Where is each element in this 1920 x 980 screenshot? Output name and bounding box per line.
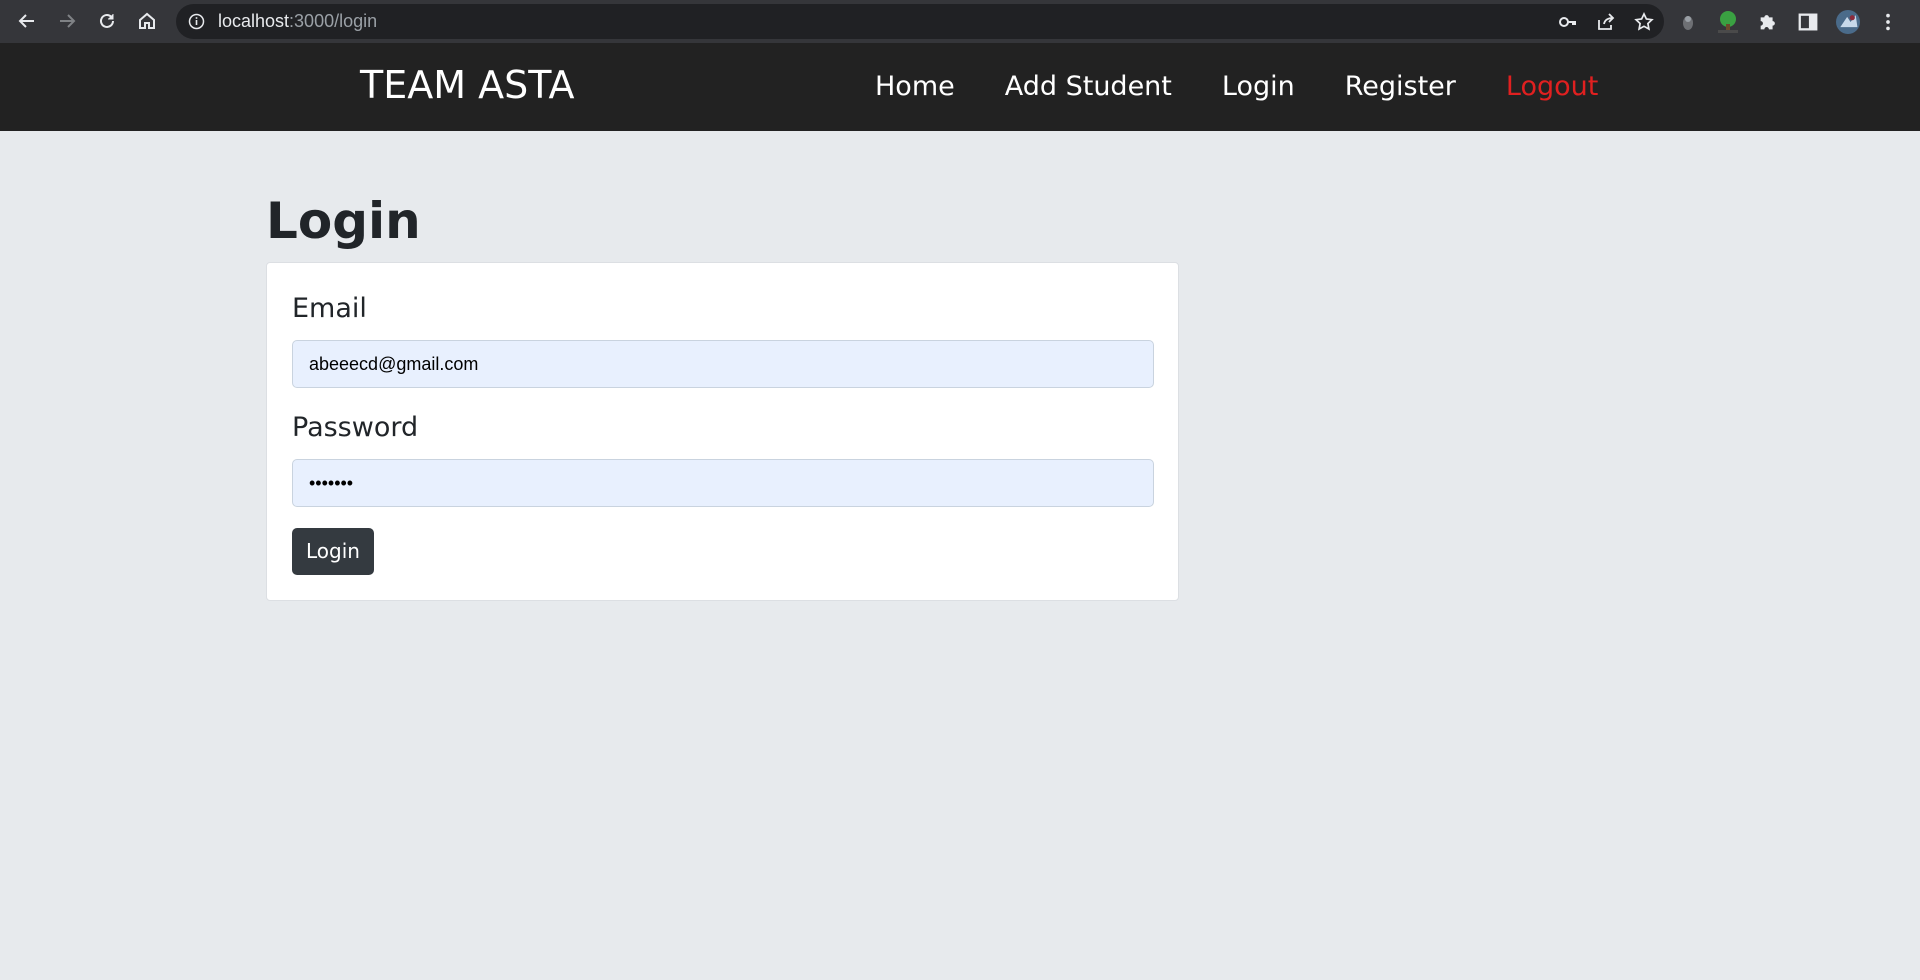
star-icon[interactable] — [1634, 11, 1654, 32]
nav-link-logout[interactable]: Logout — [1506, 67, 1598, 107]
extensions-menu-button[interactable] — [1756, 10, 1780, 34]
password-field[interactable]: ••••••• — [292, 459, 1154, 507]
reload-icon — [100, 13, 114, 28]
back-button[interactable] — [7, 1, 47, 41]
extensions-area — [1676, 0, 1900, 43]
nav-link-login[interactable]: Login — [1222, 67, 1295, 107]
url-host: localhost — [218, 11, 290, 31]
password-label: Password — [292, 412, 419, 443]
site-navbar: TEAM ASTA Home Add Student Login Registe… — [0, 43, 1920, 131]
nav-link-home[interactable]: Home — [875, 67, 955, 107]
email-field[interactable]: abeeecd@gmail.com — [292, 340, 1154, 388]
back-icon — [18, 14, 34, 28]
nav-link-register[interactable]: Register — [1345, 67, 1456, 107]
menu-icon — [1886, 13, 1890, 30]
browser-menu-button[interactable] — [1876, 10, 1900, 34]
login-form-card: Email abeeecd@gmail.com Password •••••••… — [266, 262, 1179, 601]
extension-button[interactable] — [1676, 10, 1700, 34]
key-icon[interactable] — [1558, 12, 1578, 32]
login-button[interactable]: Login — [292, 528, 374, 575]
url-text[interactable]: localhost:3000/login — [218, 4, 377, 39]
reload-button[interactable] — [87, 1, 127, 41]
side-panel-button[interactable] — [1796, 10, 1820, 34]
email-label: Email — [292, 293, 367, 324]
nav-link-add-student[interactable]: Add Student — [1005, 67, 1172, 107]
home-button[interactable] — [127, 1, 167, 41]
nav-links: Home Add Student Login Register Logout — [875, 67, 1598, 107]
home-icon — [139, 12, 155, 29]
tree-extension-button[interactable] — [1716, 10, 1740, 34]
info-icon[interactable] — [188, 13, 205, 30]
share-icon[interactable] — [1596, 12, 1616, 32]
avatar — [1836, 9, 1860, 34]
url-path: :3000/login — [289, 11, 378, 31]
browser-toolbar: localhost:3000/login — [0, 0, 1920, 43]
profile-avatar[interactable] — [1836, 9, 1860, 34]
puzzle-icon — [1760, 14, 1775, 29]
forward-button[interactable] — [47, 1, 87, 41]
address-bar[interactable]: localhost:3000/login — [176, 4, 1664, 39]
tree-icon — [1718, 10, 1738, 33]
brand-logo[interactable]: TEAM ASTA — [360, 63, 574, 107]
omnibox-actions — [1558, 4, 1654, 39]
sidepanel-icon — [1798, 13, 1818, 30]
extension-icon — [1683, 15, 1693, 30]
page-title: Login — [266, 192, 421, 250]
forward-icon — [60, 14, 76, 28]
